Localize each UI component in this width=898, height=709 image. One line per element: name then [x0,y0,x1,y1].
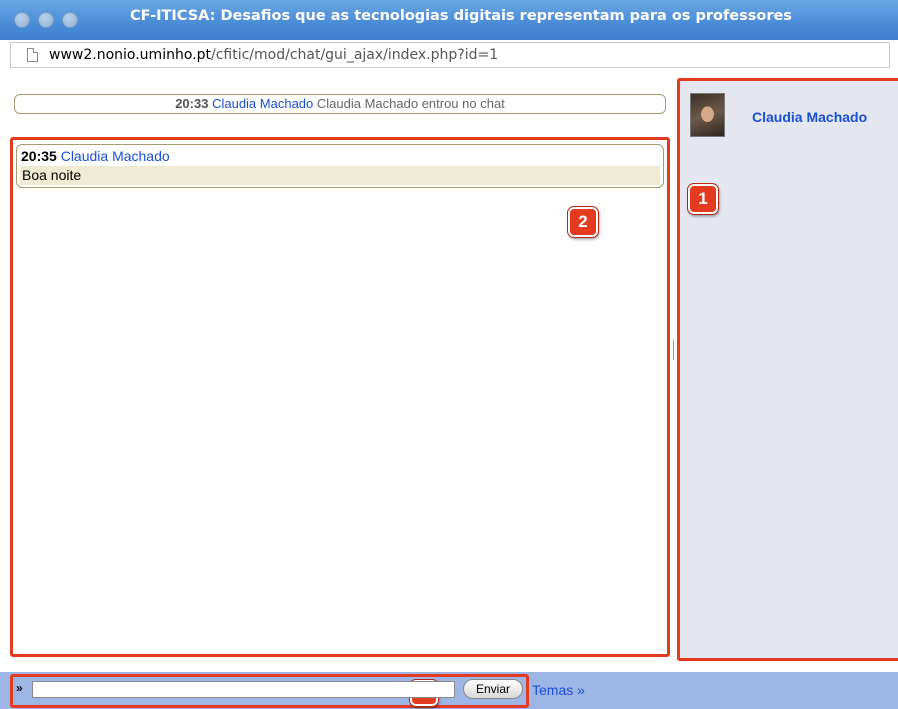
callout-badge-2: 2 [568,207,598,237]
themes-link[interactable]: Temas » [532,682,585,698]
chat-message-header: 20:35 Claudia Machado [21,148,170,164]
chat-message-user[interactable]: Claudia Machado [61,148,170,164]
send-button[interactable]: Enviar [463,679,523,699]
user-name-link[interactable]: Claudia Machado [752,109,867,125]
system-message-time: 20:33 [175,96,209,111]
address-path: /cfitic/mod/chat/gui_ajax/index.php?id=1 [210,47,499,63]
chat-messages-panel: 20:35 Claudia Machado Boa noite 2 [10,137,670,657]
users-list-panel: Claudia Machado 1 [677,78,898,661]
message-input[interactable] [32,681,455,698]
system-message-text: Claudia Machado entrou no chat [316,96,505,111]
address-domain: www2.nonio.uminho.pt [49,47,211,63]
window-title-bar: CF-ITICSA: Desafios que as tecnologias d… [0,0,898,40]
chat-message: 20:35 Claudia Machado Boa noite [16,144,664,188]
minimize-window-icon[interactable] [38,12,54,28]
window-controls [14,12,78,28]
address-bar[interactable]: www2.nonio.uminho.pt/cfitic/mod/chat/gui… [10,42,890,68]
user-avatar [690,93,725,137]
address-url[interactable]: www2.nonio.uminho.pt/cfitic/mod/chat/gui… [49,47,498,63]
message-input-bar: 3 » Enviar Temas » [0,672,898,709]
system-message-user[interactable]: Claudia Machado [212,96,313,111]
page-document-icon [27,48,38,62]
chat-window: 20:33 Claudia Machado Claudia Machado en… [0,70,898,672]
close-window-icon[interactable] [14,12,30,28]
callout-badge-1: 1 [688,184,718,214]
chat-message-time: 20:35 [21,148,57,164]
zoom-window-icon[interactable] [62,12,78,28]
chat-message-text: Boa noite [20,166,660,185]
panel-divider[interactable] [673,340,674,360]
input-prompt: » [16,681,23,695]
window-title: CF-ITICSA: Desafios que as tecnologias d… [130,8,792,24]
system-message: 20:33 Claudia Machado Claudia Machado en… [14,94,666,114]
